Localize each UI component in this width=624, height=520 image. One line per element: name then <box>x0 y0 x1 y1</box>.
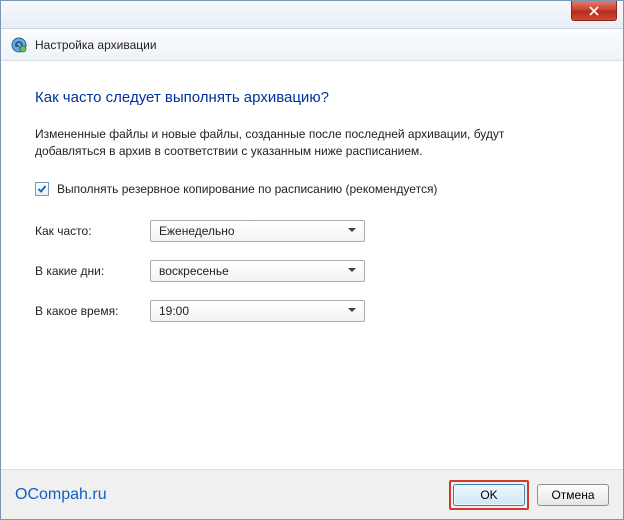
footer: OCompah.ru OK Отмена <box>1 469 623 519</box>
day-row: В какие дни: воскресенье <box>35 260 589 282</box>
description-text: Измененные файлы и новые файлы, созданны… <box>35 126 575 160</box>
schedule-checkbox[interactable] <box>35 182 49 196</box>
schedule-checkbox-row: Выполнять резервное копирование по распи… <box>35 182 589 196</box>
close-button[interactable] <box>571 1 617 21</box>
day-value: воскресенье <box>159 264 229 278</box>
day-dropdown[interactable]: воскресенье <box>150 260 365 282</box>
header: Настройка архивации <box>1 29 623 61</box>
window-title: Настройка архивации <box>35 38 157 52</box>
time-value: 19:00 <box>159 304 189 318</box>
chevron-down-icon <box>344 308 360 313</box>
time-row: В какое время: 19:00 <box>35 300 589 322</box>
chevron-down-icon <box>344 268 360 273</box>
cancel-button[interactable]: Отмена <box>537 484 609 506</box>
frequency-label: Как часто: <box>35 224 150 238</box>
backup-icon <box>11 37 27 53</box>
content-area: Как часто следует выполнять архивацию? И… <box>1 61 623 469</box>
frequency-row: Как часто: Еженедельно <box>35 220 589 242</box>
day-label: В какие дни: <box>35 264 150 278</box>
dialog-window: Настройка архивации Как часто следует вы… <box>0 0 624 520</box>
footer-buttons: OK Отмена <box>449 480 609 510</box>
chevron-down-icon <box>344 228 360 233</box>
page-heading: Как часто следует выполнять архивацию? <box>35 89 589 106</box>
ok-highlight: OK <box>449 480 529 510</box>
checkmark-icon <box>37 184 47 194</box>
time-dropdown[interactable]: 19:00 <box>150 300 365 322</box>
watermark: OCompah.ru <box>15 486 107 504</box>
frequency-value: Еженедельно <box>159 224 235 238</box>
schedule-checkbox-label: Выполнять резервное копирование по распи… <box>57 182 437 196</box>
time-label: В какое время: <box>35 304 150 318</box>
titlebar <box>1 1 623 29</box>
ok-button[interactable]: OK <box>453 484 525 506</box>
frequency-dropdown[interactable]: Еженедельно <box>150 220 365 242</box>
close-icon <box>589 6 599 16</box>
